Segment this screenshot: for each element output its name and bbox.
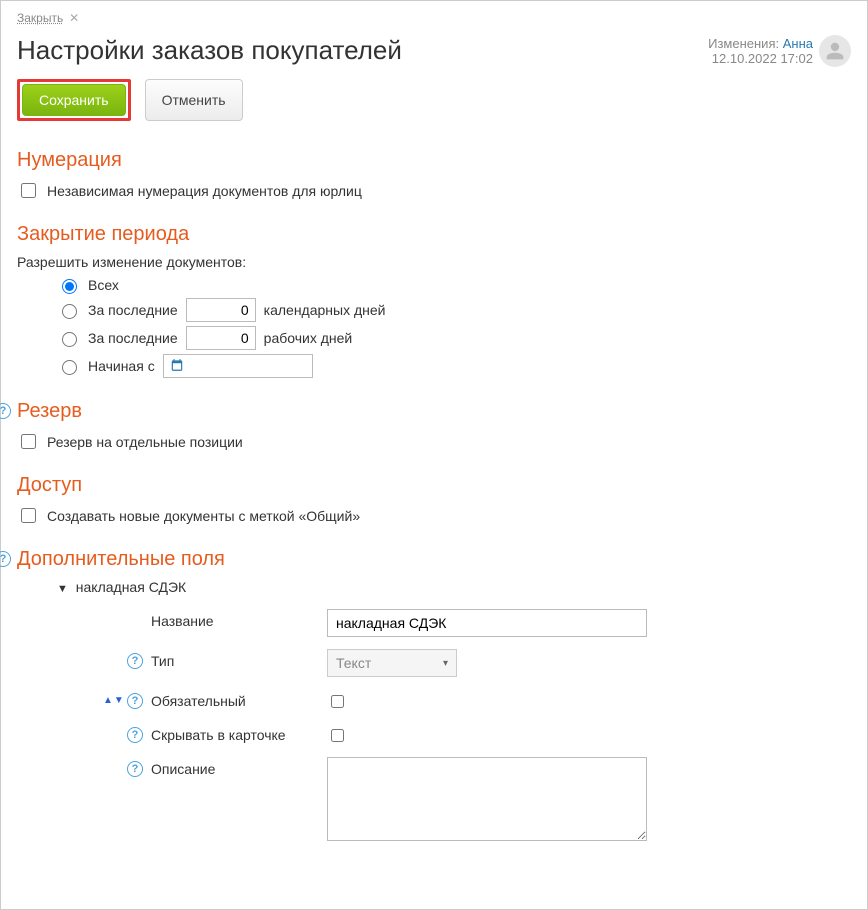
close-icon[interactable]: ✕ <box>69 11 79 25</box>
calendar-days-input[interactable] <box>186 298 256 322</box>
numbering-checkbox[interactable] <box>21 183 36 198</box>
row-hide: ? Скрывать в карточке <box>127 723 851 745</box>
save-highlight: Сохранить <box>17 79 131 121</box>
row-name: Название <box>127 609 851 637</box>
access-title: Доступ <box>17 474 851 497</box>
caret-down-icon[interactable]: ▼ <box>57 583 68 595</box>
radio-calendar[interactable] <box>62 304 77 319</box>
radio-from-row[interactable]: Начиная с <box>57 354 851 378</box>
type-label: Тип <box>151 653 174 669</box>
name-label: Название <box>151 613 214 629</box>
numbering-checkbox-row[interactable]: Независимая нумерация документов для юрл… <box>17 180 851 201</box>
extra-title: Дополнительные поля <box>17 548 851 571</box>
type-value: Текст <box>336 655 371 671</box>
changes-label: Изменения: <box>708 36 779 51</box>
desc-textarea[interactable] <box>327 757 647 841</box>
field-grid: ▲▼ ✕ Название ? Тип Текст ▾ <box>127 609 851 841</box>
radio-calendar-row[interactable]: За последние календарных дней <box>57 298 851 322</box>
section-extra: ? Дополнительные поля ▼ накладная СДЭК ▲… <box>17 548 851 841</box>
access-checkbox-label: Создавать новые документы с меткой «Общи… <box>47 508 360 524</box>
save-button[interactable]: Сохранить <box>22 84 126 116</box>
radio-all-row[interactable]: Всех <box>57 276 851 294</box>
row-required: ? Обязательный <box>127 689 851 711</box>
header: Настройки заказов покупателей Изменения:… <box>17 35 851 67</box>
close-row: Закрыть ✕ <box>17 9 851 25</box>
arrow-up-icon[interactable]: ▲ <box>103 695 113 706</box>
radio-calendar-prefix: За последние <box>88 302 178 318</box>
section-numbering: Нумерация Независимая нумерация документ… <box>17 149 851 201</box>
period-sub: Разрешить изменение документов: <box>17 254 851 270</box>
radio-work-prefix: За последние <box>88 330 178 346</box>
access-checkbox-row[interactable]: Создавать новые документы с меткой «Общи… <box>17 505 851 526</box>
user-icon <box>825 41 845 61</box>
button-row: Сохранить Отменить <box>17 79 851 121</box>
radio-from-prefix: Начиная с <box>88 358 155 374</box>
reserve-checkbox-label: Резерв на отдельные позиции <box>47 434 243 450</box>
help-icon[interactable]: ? <box>127 727 143 743</box>
section-period: Закрытие периода Разрешить изменение док… <box>17 223 851 378</box>
sort-arrows[interactable]: ▲▼ <box>103 695 124 706</box>
close-link[interactable]: Закрыть <box>17 11 63 25</box>
row-type: ? Тип Текст ▾ <box>127 649 851 677</box>
access-checkbox[interactable] <box>21 508 36 523</box>
help-icon[interactable]: ? <box>127 693 143 709</box>
radio-all[interactable] <box>62 279 77 294</box>
period-radio-group: Всех За последние календарных дней За по… <box>57 276 851 378</box>
period-title: Закрытие периода <box>17 223 851 246</box>
required-label: Обязательный <box>151 693 246 709</box>
hide-label: Скрывать в карточке <box>151 727 286 743</box>
extra-group-label[interactable]: накладная СДЭК <box>76 579 186 595</box>
help-icon[interactable]: ? <box>0 403 11 419</box>
radio-calendar-suffix: календарных дней <box>264 302 386 318</box>
section-access: Доступ Создавать новые документы с метко… <box>17 474 851 526</box>
extra-tree: ▼ накладная СДЭК ▲▼ ✕ Название ? Тип <box>57 579 851 841</box>
calendar-icon <box>170 358 184 375</box>
help-icon[interactable]: ? <box>127 653 143 669</box>
reserve-checkbox[interactable] <box>21 434 36 449</box>
numbering-checkbox-label: Независимая нумерация документов для юрл… <box>47 183 362 199</box>
radio-from[interactable] <box>62 360 77 375</box>
help-icon[interactable]: ? <box>0 551 11 567</box>
type-select[interactable]: Текст ▾ <box>327 649 457 677</box>
radio-work-suffix: рабочих дней <box>264 330 353 346</box>
reserve-checkbox-row[interactable]: Резерв на отдельные позиции <box>17 431 851 452</box>
arrow-down-icon[interactable]: ▼ <box>114 695 124 706</box>
numbering-title: Нумерация <box>17 149 851 172</box>
desc-label: Описание <box>151 761 215 777</box>
radio-all-label: Всех <box>88 277 119 293</box>
timestamp: 12.10.2022 17:02 <box>712 51 813 66</box>
required-checkbox[interactable] <box>331 695 344 708</box>
settings-window: Закрыть ✕ Настройки заказов покупателей … <box>0 0 868 910</box>
user-link[interactable]: Анна <box>783 36 813 51</box>
reserve-title: Резерв <box>17 400 851 423</box>
section-reserve: ? Резерв Резерв на отдельные позиции <box>17 400 851 452</box>
meta-block: Изменения: Анна 12.10.2022 17:02 <box>708 35 851 67</box>
name-input[interactable] <box>327 609 647 637</box>
avatar[interactable] <box>819 35 851 67</box>
chevron-down-icon: ▾ <box>443 658 448 669</box>
cancel-button[interactable]: Отменить <box>145 79 243 121</box>
work-days-input[interactable] <box>186 326 256 350</box>
radio-work[interactable] <box>62 332 77 347</box>
page-title: Настройки заказов покупателей <box>17 35 402 66</box>
row-desc: ? Описание <box>127 757 851 841</box>
help-icon[interactable]: ? <box>127 761 143 777</box>
date-from-input[interactable] <box>163 354 313 378</box>
radio-work-row[interactable]: За последние рабочих дней <box>57 326 851 350</box>
hide-checkbox[interactable] <box>331 729 344 742</box>
